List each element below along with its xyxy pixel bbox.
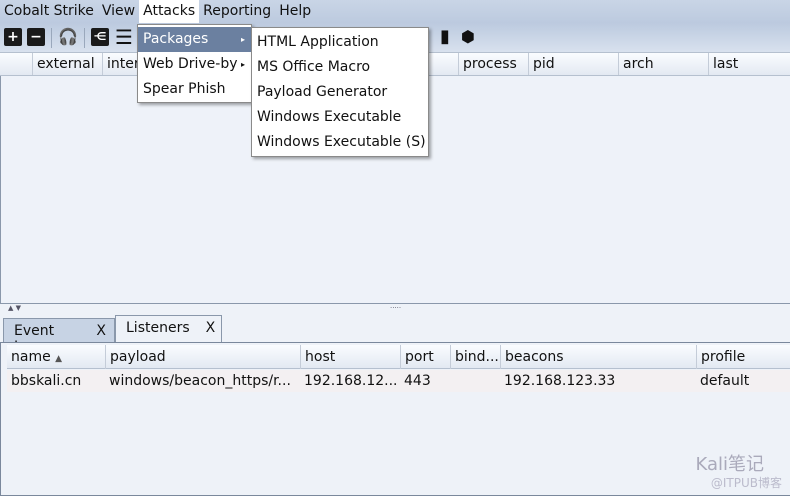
menu-item-packages[interactable]: Packages ▸: [138, 27, 251, 52]
menu-cobalt-strike[interactable]: Cobalt Strike: [0, 0, 98, 23]
disconnect-icon[interactable]: −: [27, 28, 45, 46]
tab-label: Listeners: [126, 320, 190, 336]
column-header[interactable]: [0, 53, 32, 75]
cell-port: 443: [404, 373, 431, 389]
menu-item-windows-executable-stageless[interactable]: Windows Executable (S): [252, 130, 428, 155]
cell-payload: windows/beacon_https/r...: [109, 373, 291, 389]
column-header-last[interactable]: last: [708, 53, 790, 75]
menu-item-spear-phish[interactable]: Spear Phish: [138, 77, 251, 102]
cell-name: bbskali.cn: [11, 373, 82, 389]
listeners-panel: name ▲ payload host port bind... beacons…: [0, 342, 790, 496]
watermark-sub: @ITPUB博客: [710, 476, 782, 490]
logs-icon[interactable]: ▮: [436, 28, 454, 46]
new-connection-icon[interactable]: +: [4, 28, 22, 46]
tab-listeners[interactable]: Listeners X: [115, 315, 222, 344]
menu-item-web-drive-by[interactable]: Web Drive-by ▸: [138, 52, 251, 77]
pivot-graph-icon[interactable]: ⋲: [91, 28, 109, 46]
menu-item-payload-generator[interactable]: Payload Generator: [252, 80, 428, 105]
cell-host: 192.168.12...: [304, 373, 398, 389]
menu-attacks[interactable]: Attacks: [139, 0, 200, 23]
menu-bar: Cobalt Strike View Attacks Reporting Hel…: [0, 0, 790, 23]
submenu-arrow-icon: ▸: [240, 35, 245, 44]
tab-bar: Event Log X Listeners X: [0, 314, 790, 355]
tab-close-button[interactable]: X: [206, 320, 216, 344]
tab-event-log[interactable]: Event Log X: [3, 318, 115, 355]
package-icon[interactable]: ⬢: [459, 28, 477, 46]
submenu-arrow-icon: ▸: [240, 60, 245, 69]
menu-item-windows-executable[interactable]: Windows Executable: [252, 105, 428, 130]
table-row[interactable]: bbskali.cn windows/beacon_https/r... 192…: [7, 370, 790, 392]
cell-bind: [450, 370, 500, 392]
column-header-profile[interactable]: profile: [696, 345, 790, 369]
column-header-arch[interactable]: arch: [618, 53, 708, 75]
menu-item-ms-office-macro[interactable]: MS Office Macro: [252, 55, 428, 80]
menu-view[interactable]: View: [98, 0, 139, 23]
listeners-icon[interactable]: 🎧: [58, 28, 78, 46]
menu-item-html-application[interactable]: HTML Application: [252, 30, 428, 55]
column-header-port[interactable]: port: [400, 345, 450, 369]
toolbar-separator: [51, 28, 52, 48]
column-header-host[interactable]: host: [300, 345, 400, 369]
watermark: Kali笔记: [695, 454, 764, 475]
column-header-payload[interactable]: payload: [105, 345, 300, 369]
split-pane-divider[interactable]: ▲ ▼ ·····: [0, 304, 790, 314]
menu-help[interactable]: Help: [275, 0, 315, 23]
packages-submenu: HTML Application MS Office Macro Payload…: [251, 27, 429, 157]
cell-beacons: 192.168.123.33: [504, 373, 616, 389]
column-header-pid[interactable]: pid: [528, 53, 618, 75]
session-table-icon[interactable]: ☰: [115, 27, 133, 47]
column-header-beacons[interactable]: beacons: [500, 345, 696, 369]
column-header-external[interactable]: external: [32, 53, 102, 75]
menu-reporting[interactable]: Reporting: [199, 0, 275, 23]
cell-profile: default: [700, 373, 750, 389]
attacks-menu: Packages ▸ Web Drive-by ▸ Spear Phish: [137, 24, 252, 103]
toolbar-separator: [84, 28, 85, 48]
column-header-process[interactable]: process: [458, 53, 528, 75]
column-header-bind[interactable]: bind...: [450, 345, 500, 369]
column-header-name[interactable]: name ▲: [7, 345, 105, 369]
listeners-table-header: name ▲ payload host port bind... beacons…: [7, 345, 790, 369]
column-label: name: [11, 349, 51, 365]
sort-ascending-icon: ▲: [55, 354, 63, 364]
